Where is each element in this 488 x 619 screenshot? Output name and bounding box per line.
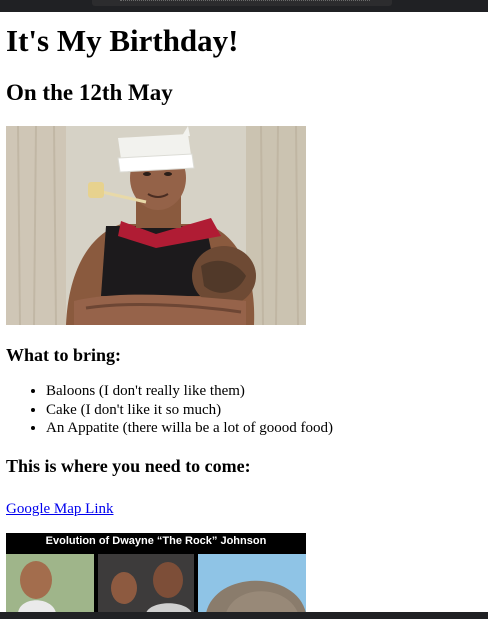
list-item: Cake (I don't like it so much) bbox=[46, 401, 488, 420]
evolution-panels bbox=[6, 554, 306, 613]
bring-heading: What to bring: bbox=[6, 345, 122, 365]
browser-address-fragment bbox=[120, 0, 370, 7]
list-item: An Appatite (there willa be a lot of goo… bbox=[46, 419, 488, 438]
evolution-image: Evolution of Dwayne “The Rock” Johnson bbox=[6, 533, 306, 613]
browser-top-bar bbox=[0, 0, 488, 12]
birthday-photo bbox=[6, 126, 306, 325]
page-title: It's My Birthday! bbox=[6, 23, 239, 58]
google-map-link[interactable]: Google Map Link bbox=[6, 501, 113, 518]
list-item: Baloons (I don't really like them) bbox=[46, 382, 488, 401]
bring-list: Baloons (I don't really like them) Cake … bbox=[6, 382, 488, 438]
location-heading: This is where you need to come: bbox=[6, 455, 251, 476]
page-content: It's My Birthday! On the 12th May What t… bbox=[6, 12, 488, 518]
browser-bottom-bar bbox=[0, 612, 488, 619]
evolution-banner-text: Evolution of Dwayne “The Rock” Johnson bbox=[6, 533, 306, 550]
date-subheading: On the 12th May bbox=[6, 80, 173, 105]
